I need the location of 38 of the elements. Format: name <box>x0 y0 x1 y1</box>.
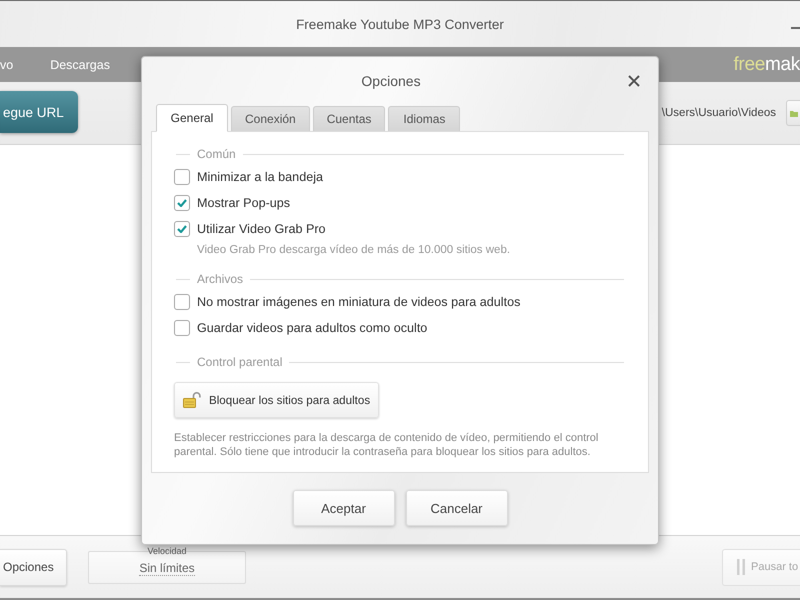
browse-button[interactable] <box>786 100 800 126</box>
section-title: Común <box>197 147 236 161</box>
cancel-button[interactable]: Cancelar <box>406 490 508 526</box>
checkmark-icon <box>177 199 187 207</box>
checkbox[interactable] <box>174 169 190 185</box>
speed-value: Sin límites <box>139 560 195 576</box>
checkbox-label: Minimizar a la bandeja <box>197 170 323 184</box>
output-path: \Users\Usuario\Videos <box>662 107 776 119</box>
checkbox[interactable] <box>174 320 190 336</box>
paste-url-button[interactable]: egue URL <box>0 91 78 133</box>
block-sites-button[interactable]: Bloquear los sitios para adultos <box>174 382 379 418</box>
folder-icon <box>790 110 798 116</box>
checkbox-label: Guardar videos para adultos como oculto <box>197 321 428 335</box>
checkbox[interactable] <box>174 221 190 237</box>
checkmark-icon <box>177 225 187 233</box>
checkbox[interactable] <box>174 195 190 211</box>
dialog-title: Opciones <box>361 72 421 88</box>
menu-item[interactable]: Descargas <box>50 58 110 72</box>
close-icon[interactable] <box>628 74 640 86</box>
tab[interactable]: General <box>156 104 228 132</box>
checkbox[interactable] <box>174 294 190 310</box>
options-button[interactable]: Opciones <box>0 548 67 586</box>
tab[interactable]: Conexión <box>231 106 310 131</box>
window-title: Freemake Youtube MP3 Converter <box>296 16 504 32</box>
checkbox-label: Mostrar Pop-ups <box>197 196 290 210</box>
logo: freemak <box>733 54 800 76</box>
tab[interactable]: Idiomas <box>388 106 460 131</box>
checkbox-label: No mostrar imágenes en miniatura de videos para adultos <box>197 295 520 309</box>
hint-text: Video Grab Pro descarga vídeo de más de 10.000 sitios web. <box>197 243 512 258</box>
tab[interactable]: Cuentas <box>312 106 386 131</box>
checkbox-label: Utilizar Video Grab Pro <box>197 222 326 236</box>
description-text: Establecer restricciones para la descarga de contenido de vídeo, permitiendo el control parental. Sólo tiene que introducir la contraseña para bloquear los sitios para adultos. <box>174 431 600 459</box>
pause-icon <box>737 559 745 575</box>
menu-item[interactable]: vo <box>0 58 14 72</box>
accept-button[interactable]: Aceptar <box>292 490 394 526</box>
padlock-icon <box>183 392 203 408</box>
section-title: Archivos <box>197 272 244 286</box>
section-title: Control parental <box>197 355 282 369</box>
